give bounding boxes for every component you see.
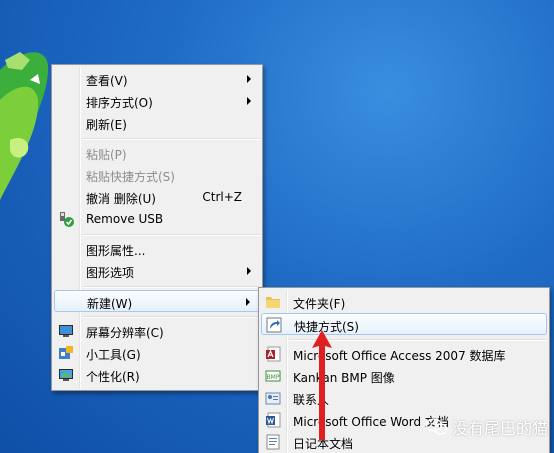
annotation-arrow-icon — [312, 330, 332, 440]
menu-item-label: 撤消 删除(U) — [86, 192, 156, 206]
journal-icon — [266, 434, 280, 450]
word-icon — [266, 412, 281, 428]
submenu-item-folder[interactable]: 文件夹(F) — [261, 291, 547, 313]
desktop-context-menu: 查看(V) 排序方式(O) 刷新(E) 粘贴(P) 粘贴快捷方式(S) 撤消 删… — [51, 64, 263, 391]
submenu-arrow-icon — [246, 298, 250, 306]
menu-item-graphics-properties[interactable]: 图形属性... — [54, 238, 260, 260]
submenu-item-bmp-image[interactable]: BMP Kankan BMP 图像 — [261, 365, 547, 387]
submenu-arrow-icon — [247, 267, 251, 275]
menu-separator — [82, 138, 260, 140]
menu-item-label: Remove USB — [86, 212, 164, 226]
menu-separator — [82, 234, 260, 236]
menu-item-label: 文件夹(F) — [293, 297, 346, 311]
menu-item-gadgets[interactable]: 小工具(G) — [54, 342, 260, 364]
menu-item-new[interactable]: 新建(W) — [54, 290, 260, 312]
menu-item-paste[interactable]: 粘贴(P) — [54, 142, 260, 164]
menu-item-personalize[interactable]: 个性化(R) — [54, 364, 260, 386]
menu-item-label: 粘贴快捷方式(S) — [86, 170, 175, 184]
personalize-icon — [59, 369, 73, 381]
menu-item-sort-by[interactable]: 排序方式(O) — [54, 90, 260, 112]
menu-item-label: 屏幕分辨率(C) — [86, 326, 164, 340]
menu-item-label: 刷新(E) — [86, 118, 127, 132]
folder-icon — [266, 297, 280, 308]
contact-icon — [265, 392, 281, 405]
menu-item-undo-delete[interactable]: 撤消 删除(U) Ctrl+Z — [54, 186, 260, 208]
access-icon — [266, 346, 281, 362]
menu-item-label: 查看(V) — [86, 74, 128, 88]
wechat-icon — [425, 418, 448, 435]
monitor-icon — [59, 325, 73, 337]
menu-item-label: Kankan BMP 图像 — [293, 371, 395, 385]
menu-item-label: 图形属性... — [86, 244, 146, 258]
watermark: 没有尾巴的猫 — [425, 415, 548, 439]
menu-item-screen-resolution[interactable]: 屏幕分辨率(C) — [54, 320, 260, 342]
menu-item-label: 新建(W) — [87, 297, 133, 311]
submenu-item-access-database[interactable]: Microsoft Office Access 2007 数据库 — [261, 343, 547, 365]
submenu-item-contact[interactable]: 联系人 — [261, 387, 547, 409]
menu-item-label: 图形选项 — [86, 266, 135, 280]
menu-item-label: 排序方式(O) — [86, 96, 153, 110]
menu-item-view[interactable]: 查看(V) — [54, 68, 260, 90]
menu-separator — [82, 316, 260, 318]
shortcut-icon — [266, 317, 282, 333]
bmp-image-icon: BMP — [265, 370, 281, 382]
submenu-arrow-icon — [247, 75, 251, 83]
menu-item-label: 小工具(G) — [86, 348, 141, 362]
menu-item-remove-usb[interactable]: Remove USB — [54, 208, 260, 230]
svg-text:BMP: BMP — [267, 374, 280, 381]
menu-item-label: 粘贴(P) — [86, 148, 127, 162]
watermark-text: 没有尾巴的猫 — [451, 419, 548, 438]
menu-item-refresh[interactable]: 刷新(E) — [54, 112, 260, 134]
submenu-arrow-icon — [247, 97, 251, 105]
menu-item-shortcut: Ctrl+Z — [202, 190, 242, 204]
desktop[interactable]: 查看(V) 排序方式(O) 刷新(E) 粘贴(P) 粘贴快捷方式(S) 撤消 删… — [0, 0, 554, 453]
usb-shield-icon — [60, 212, 74, 227]
menu-item-graphics-options[interactable]: 图形选项 — [54, 260, 260, 282]
submenu-item-shortcut[interactable]: 快捷方式(S) — [261, 313, 547, 335]
menu-item-label: 个性化(R) — [86, 370, 140, 384]
menu-item-paste-shortcut[interactable]: 粘贴快捷方式(S) — [54, 164, 260, 186]
menu-separator — [82, 286, 260, 288]
gadgets-icon — [59, 346, 73, 359]
